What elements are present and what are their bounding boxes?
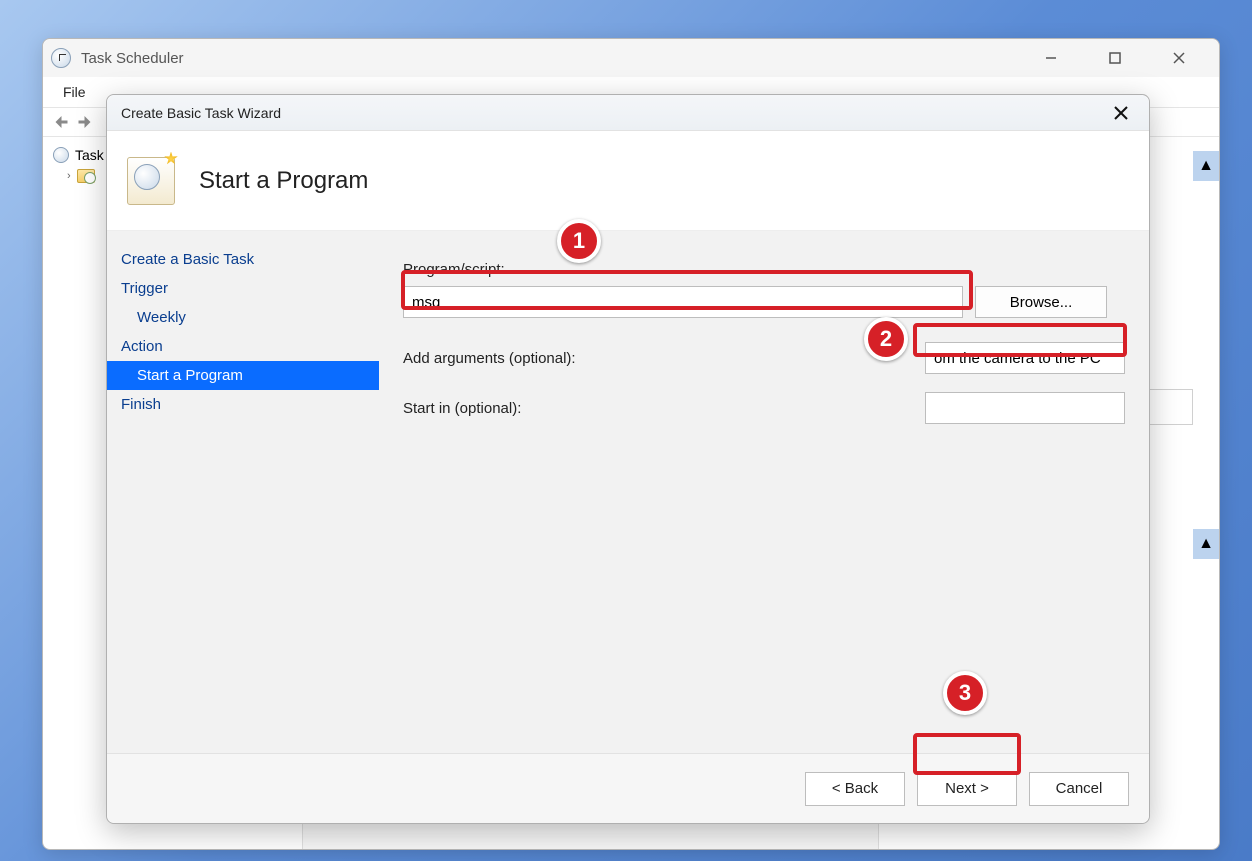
scroll-up-button-2[interactable]: ▲ <box>1193 529 1219 559</box>
folder-icon <box>77 169 95 183</box>
program-script-input[interactable] <box>403 286 963 318</box>
clock-icon <box>53 147 69 163</box>
wizard-header: Start a Program <box>107 131 1149 231</box>
nav-action[interactable]: Action <box>107 332 379 361</box>
menu-file[interactable]: File <box>53 81 96 103</box>
nav-forward-icon[interactable] <box>75 111 97 133</box>
back-button[interactable]: < Back <box>805 772 905 806</box>
add-arguments-input[interactable] <box>925 342 1125 374</box>
start-in-label: Start in (optional): <box>403 400 521 417</box>
titlebar[interactable]: Task Scheduler <box>43 39 1219 77</box>
wizard-footer: < Back Next > Cancel <box>107 753 1149 823</box>
nav-trigger[interactable]: Trigger <box>107 274 379 303</box>
tree-root-label: Task <box>75 147 104 163</box>
create-basic-task-wizard: Create Basic Task Wizard Start a Program… <box>106 94 1150 824</box>
annotation-callout-1: 1 <box>557 219 601 263</box>
wizard-body: Create a Basic Task Trigger Weekly Actio… <box>107 231 1149 753</box>
program-script-label: Program/script: <box>403 261 1125 278</box>
annotation-callout-3: 3 <box>943 671 987 715</box>
wizard-titlebar[interactable]: Create Basic Task Wizard <box>107 95 1149 131</box>
minimize-button[interactable] <box>1033 44 1069 72</box>
nav-back-icon[interactable] <box>49 111 71 133</box>
browse-button[interactable]: Browse... <box>975 286 1107 318</box>
wizard-title: Create Basic Task Wizard <box>121 105 281 121</box>
wizard-nav: Create a Basic Task Trigger Weekly Actio… <box>107 231 379 753</box>
nav-create-basic-task[interactable]: Create a Basic Task <box>107 245 379 274</box>
close-button[interactable] <box>1161 44 1197 72</box>
clock-icon <box>51 48 71 68</box>
nav-start-a-program[interactable]: Start a Program <box>107 361 379 390</box>
chevron-right-icon[interactable]: › <box>67 170 71 182</box>
wizard-header-title: Start a Program <box>199 167 368 195</box>
window-title: Task Scheduler <box>81 50 184 67</box>
wizard-icon <box>127 157 175 205</box>
nav-trigger-weekly[interactable]: Weekly <box>107 303 379 332</box>
next-button[interactable]: Next > <box>917 772 1017 806</box>
scroll-up-button[interactable]: ▲ <box>1193 151 1219 181</box>
start-in-input[interactable] <box>925 392 1125 424</box>
maximize-button[interactable] <box>1097 44 1133 72</box>
nav-finish[interactable]: Finish <box>107 390 379 419</box>
cancel-button[interactable]: Cancel <box>1029 772 1129 806</box>
window-controls <box>1033 44 1211 72</box>
annotation-callout-2: 2 <box>864 317 908 361</box>
wizard-close-button[interactable] <box>1107 99 1135 127</box>
add-arguments-label: Add arguments (optional): <box>403 350 576 367</box>
wizard-form: Program/script: Browse... Add arguments … <box>379 231 1149 753</box>
